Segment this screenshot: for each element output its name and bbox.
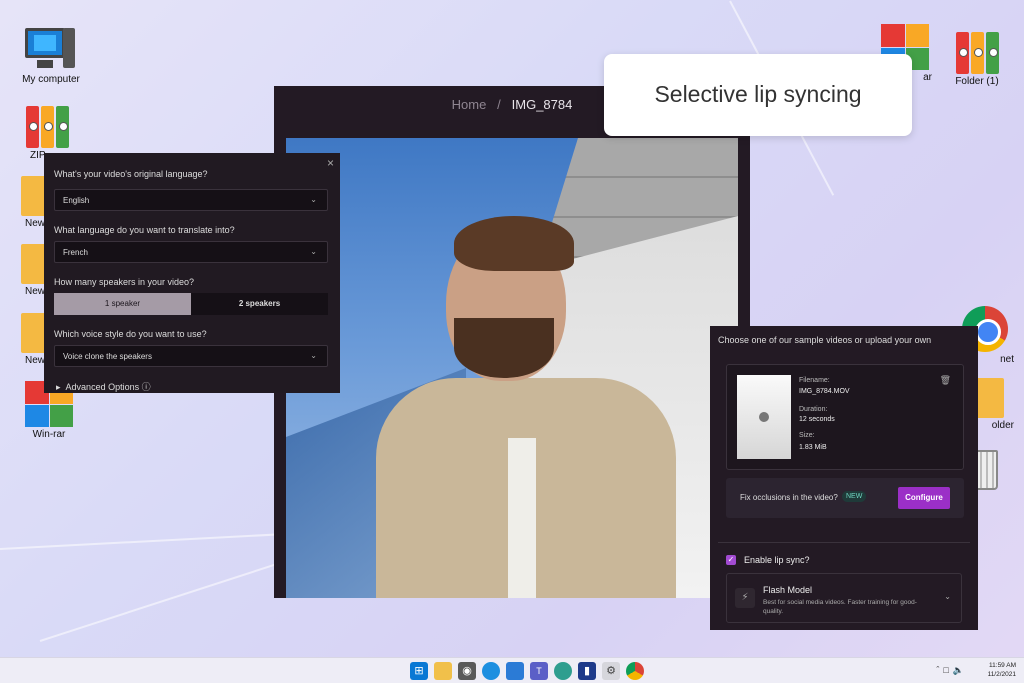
- desktop-icon-folder-1[interactable]: Folder (1): [942, 28, 1012, 87]
- lightning-icon: ⚡: [735, 588, 755, 608]
- video-editor-window: Home / IMG_8784: [274, 86, 750, 598]
- info-icon: ⓘ: [141, 382, 151, 392]
- advanced-options-label: Advanced Options: [65, 382, 140, 392]
- settings-icon[interactable]: ⚙: [602, 662, 620, 680]
- date: 11/2/2021: [987, 671, 1016, 678]
- speakers-question: How many speakers in your video?: [54, 277, 195, 287]
- trash-icon[interactable]: 🗑: [940, 375, 951, 386]
- configure-button[interactable]: Configure: [898, 487, 950, 509]
- maps-icon[interactable]: [554, 662, 572, 680]
- occlusion-question: Fix occlusions in the video?: [740, 493, 838, 502]
- play-icon: [759, 412, 769, 422]
- start-icon[interactable]: ⊞: [410, 662, 428, 680]
- caret-right-icon: ▸: [56, 382, 61, 392]
- desktop-icon-label: My computer: [22, 74, 80, 85]
- photo-hair: [454, 216, 574, 271]
- photo-shirt: [508, 438, 536, 598]
- close-icon[interactable]: ×: [327, 156, 334, 170]
- duration-value: 12 seconds: [799, 416, 835, 423]
- lip-sync-checkbox[interactable]: ✓: [726, 555, 736, 565]
- camera-icon[interactable]: ◉: [458, 662, 476, 680]
- chrome-taskbar-icon[interactable]: [626, 662, 644, 680]
- size-label: Size:: [799, 432, 815, 439]
- taskbar-apps: ⊞ ◉ T ▮ ⚙: [410, 662, 644, 680]
- computer-icon: [25, 26, 77, 72]
- photo-beard: [454, 318, 554, 378]
- duration-label: Duration:: [799, 406, 828, 413]
- advanced-options-toggle[interactable]: ▸ Advanced Options ⓘ: [56, 380, 151, 393]
- app-icon[interactable]: ▮: [578, 662, 596, 680]
- clock[interactable]: 11:59 AM 11/2/2021: [988, 661, 1016, 679]
- filename-value: IMG_8784.MOV: [799, 388, 850, 395]
- model-name: Flash Model: [763, 585, 813, 595]
- size-value: 1.83 MiB: [799, 444, 827, 451]
- store-icon[interactable]: [506, 662, 524, 680]
- file-card: Filename: IMG_8784.MOV Duration: 12 seco…: [726, 364, 964, 470]
- video-thumbnail[interactable]: [737, 375, 791, 459]
- new-badge: NEW: [842, 491, 867, 502]
- time: 11:59 AM: [989, 662, 1016, 669]
- translation-settings-panel: × What's your video's original language?…: [44, 153, 340, 393]
- target-language-value: French: [63, 248, 88, 257]
- model-description: Best for social media videos. Faster tra…: [763, 599, 917, 615]
- original-language-value: English: [63, 196, 90, 205]
- file-explorer-icon[interactable]: [434, 662, 452, 680]
- filename-label: Filename:: [799, 377, 830, 384]
- occlusion-row: Fix occlusions in the video? NEW Configu…: [726, 478, 964, 518]
- breadcrumb-current: IMG_8784: [511, 97, 573, 112]
- desktop-icon-label: Folder (1): [955, 76, 999, 87]
- voice-style-select[interactable]: Voice clone the speakers ⌄: [54, 345, 328, 367]
- desktop-icon-my-computer[interactable]: My computer: [16, 26, 86, 85]
- target-language-question: What language do you want to translate i…: [54, 225, 235, 235]
- feature-label: Selective lip syncing: [604, 54, 912, 136]
- breadcrumb-home[interactable]: Home: [452, 97, 487, 112]
- voice-style-question: Which voice style do you want to use?: [54, 329, 207, 339]
- voice-style-value: Voice clone the speakers: [63, 352, 152, 361]
- binder-icon: [953, 28, 1001, 74]
- chevron-down-icon: ⌄: [310, 247, 317, 256]
- speakers-toggle: 1 speaker 2 speakers: [54, 293, 328, 315]
- edge-icon[interactable]: [482, 662, 500, 680]
- original-language-select[interactable]: English ⌄: [54, 189, 328, 211]
- teams-icon[interactable]: T: [530, 662, 548, 680]
- system-tray[interactable]: ˆ□🔈: [936, 665, 968, 676]
- chevron-down-icon: ⌄: [310, 195, 317, 204]
- lip-sync-label: Enable lip sync?: [744, 555, 810, 565]
- breadcrumb-separator: /: [497, 97, 501, 112]
- one-speaker-option[interactable]: 1 speaker: [54, 293, 191, 315]
- target-language-select[interactable]: French ⌄: [54, 241, 328, 263]
- lip-sync-section: ✓ Enable lip sync? ⚡ Flash Model Best fo…: [718, 542, 970, 628]
- folder-icon: [976, 378, 1004, 418]
- upload-panel: Choose one of our sample videos or uploa…: [710, 326, 978, 630]
- video-preview[interactable]: [286, 138, 738, 598]
- two-speakers-option[interactable]: 2 speakers: [191, 293, 328, 315]
- chevron-down-icon: ⌄: [310, 351, 317, 360]
- upload-panel-title: Choose one of our sample videos or uploa…: [718, 335, 932, 345]
- taskbar: ⊞ ◉ T ▮ ⚙ ˆ□🔈 11:59 AM 11/2/2021: [0, 657, 1024, 683]
- model-select[interactable]: ⚡ Flash Model Best for social media vide…: [726, 573, 962, 623]
- chevron-down-icon: ⌄: [944, 592, 951, 601]
- original-language-question: What's your video's original language?: [54, 169, 208, 179]
- desktop-icon-label: Win-rar: [32, 429, 66, 440]
- binder-icon: [23, 102, 71, 148]
